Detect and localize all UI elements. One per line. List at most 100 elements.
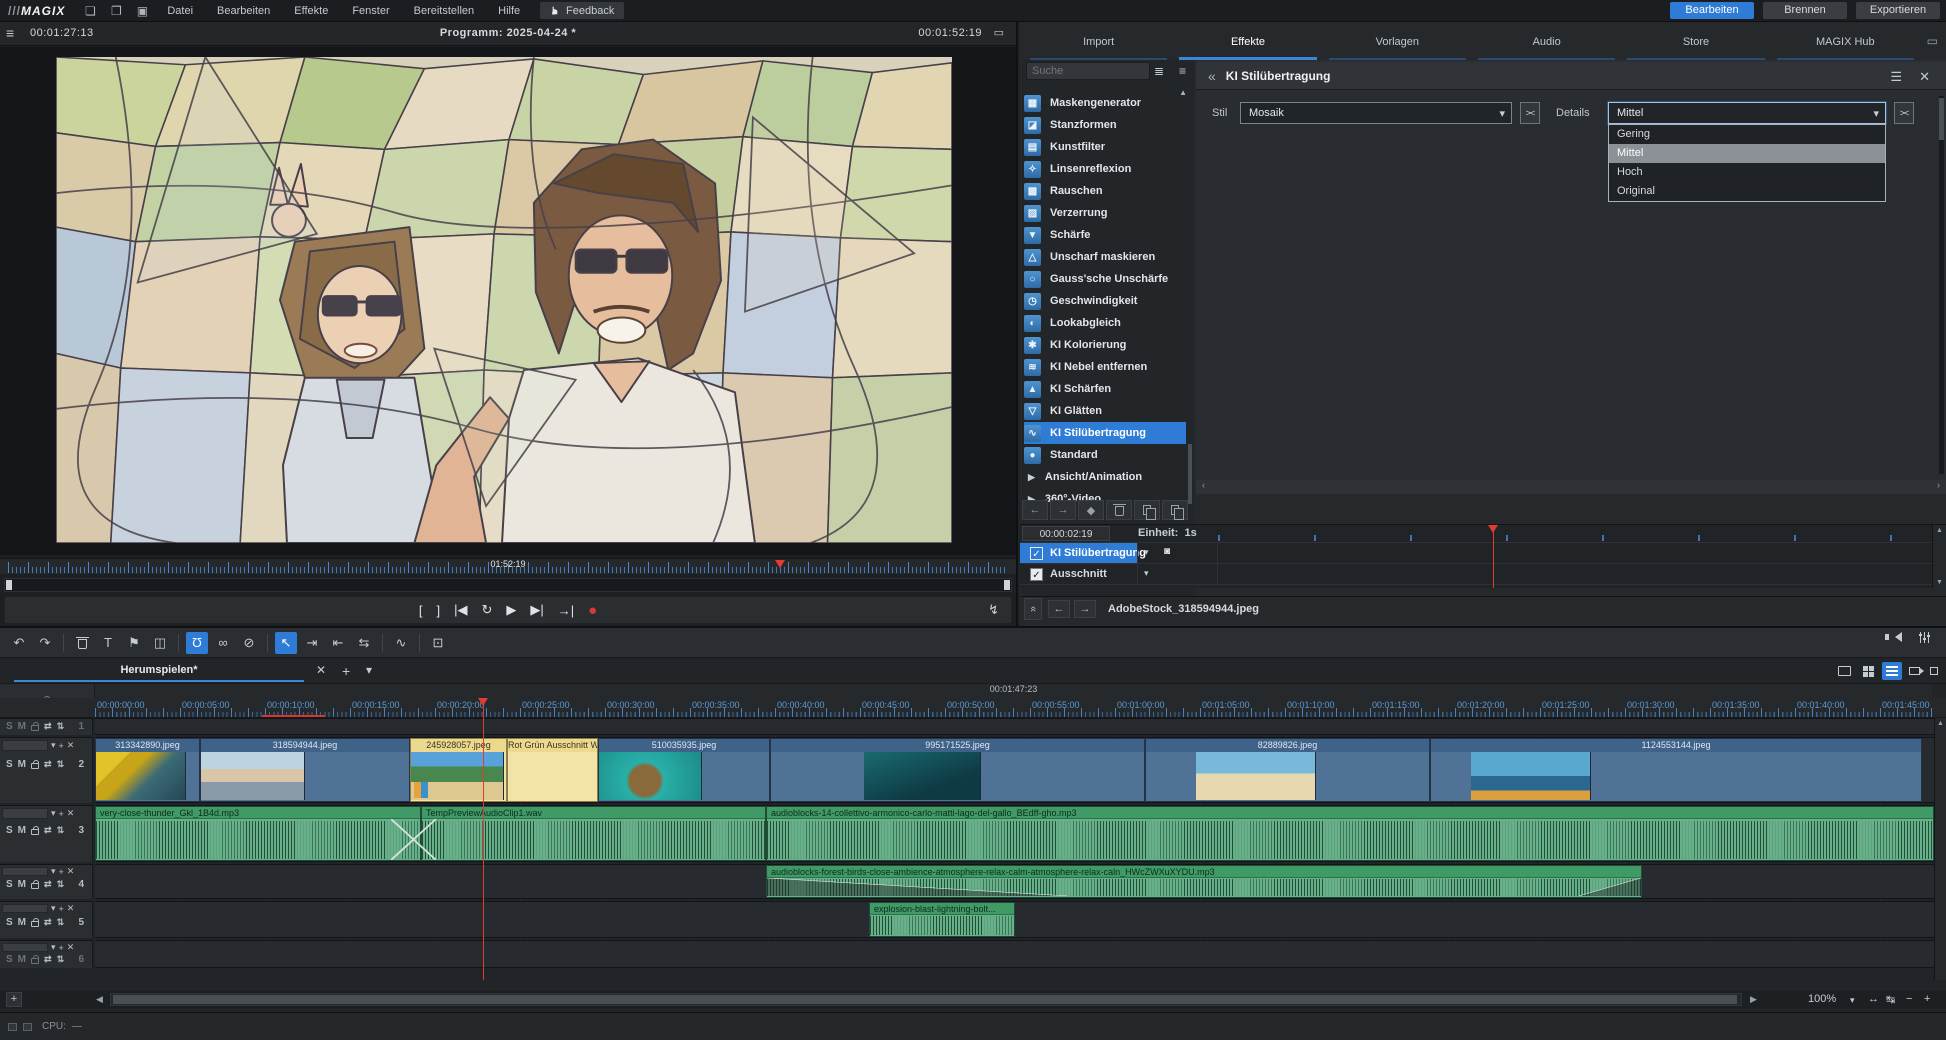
track-name-input[interactable] xyxy=(2,808,48,819)
view-timeline-icon[interactable] xyxy=(1882,662,1902,680)
hscroll-track[interactable] xyxy=(110,993,1742,1006)
tab-audio[interactable]: Audio xyxy=(1472,30,1621,60)
zoom-out-icon[interactable]: − xyxy=(1906,993,1912,1005)
delete-keyframe-icon[interactable] xyxy=(1106,500,1132,520)
tab-effekte[interactable]: Effekte xyxy=(1173,30,1322,60)
effect-enabled-checkbox[interactable]: ✓ xyxy=(1030,568,1043,581)
view-compact-icon[interactable] xyxy=(1924,662,1944,680)
back-icon[interactable]: « xyxy=(1208,68,1216,84)
track-size-icon[interactable]: ⇅ xyxy=(57,721,65,732)
effect-ki-kolorierung[interactable]: ✱KI Kolorierung xyxy=(1024,334,1186,356)
track-lane-3[interactable]: very-close-thunder_Gkl_1B4d.mp3 TempPrev… xyxy=(95,805,1934,862)
track-name-input[interactable] xyxy=(2,740,48,751)
stil-select[interactable]: Mosaik ▾ xyxy=(1240,102,1512,124)
loop-playback-icon[interactable]: ↻ xyxy=(481,602,492,618)
effect-ki-glaetten[interactable]: ▽KI Glätten xyxy=(1024,400,1186,422)
effect-gauss-unschaerfe[interactable]: ○Gauss'sche Unschärfe xyxy=(1024,268,1186,290)
expand-chevron-icon[interactable]: ▾ xyxy=(1144,547,1149,558)
scroll-prev-icon[interactable]: ‹ xyxy=(1202,480,1205,490)
scrollbar-handle-left[interactable] xyxy=(6,580,12,590)
track-lane-5[interactable]: explosion-blast-lightning-bolt... xyxy=(95,901,1934,938)
track-add-icon[interactable]: + xyxy=(59,809,64,819)
add-track-button[interactable]: + xyxy=(6,992,22,1007)
lock-icon[interactable] xyxy=(31,883,39,889)
menu-bearbeiten[interactable]: Bearbeiten xyxy=(207,3,280,19)
audio-clip[interactable]: audioblocks-forest-birds-close-ambience-… xyxy=(766,865,1642,898)
scroll-down-icon[interactable]: ▼ xyxy=(1933,579,1946,586)
search-input[interactable] xyxy=(1026,62,1150,80)
zoom-level-value[interactable]: 100% xyxy=(1808,993,1836,1005)
video-clip[interactable]: 1124553144.jpeg xyxy=(1430,738,1922,802)
collapse-panel-icon[interactable]: « xyxy=(1024,598,1042,620)
range-play-icon[interactable]: ▶| xyxy=(530,602,543,618)
undo-icon[interactable]: ↶ xyxy=(8,632,30,654)
track-close-icon[interactable]: ✕ xyxy=(67,942,75,953)
fullscreen-monitor-icon[interactable]: ▭ xyxy=(994,26,1004,39)
track-menu-chevron-icon[interactable]: ▾ xyxy=(51,942,56,953)
effect-ki-nebel-entfernen[interactable]: ≋KI Nebel entfernen xyxy=(1024,356,1186,378)
keyframe-row-stiluebertragung[interactable]: ✓ KI Stilübertragung ▾ ◙ xyxy=(1020,543,1932,564)
delete-object-icon[interactable] xyxy=(71,632,93,654)
preview-scrub-ruler[interactable]: 01:52:19 xyxy=(0,558,1016,574)
timeline-playhead[interactable] xyxy=(483,706,484,980)
effect-verzerrung[interactable]: ▨Verzerrung xyxy=(1024,202,1186,224)
keyframe-row-ausschnitt[interactable]: ✓ Ausschnitt ▾ xyxy=(1020,564,1932,585)
mute-button[interactable]: M xyxy=(18,721,26,732)
track-lane-1[interactable] xyxy=(95,718,1934,735)
scroll-up-icon[interactable]: ▲ xyxy=(1935,720,1946,727)
audio-clip[interactable]: very-close-thunder_Gkl_1B4d.mp3 xyxy=(95,806,421,861)
mode-exportieren-button[interactable]: Exportieren xyxy=(1856,2,1940,19)
effect-geschwindigkeit[interactable]: ◷Geschwindigkeit xyxy=(1024,290,1186,312)
track-size-icon[interactable]: ⇅ xyxy=(57,954,65,965)
track-lane-2[interactable]: 313342890.jpeg 318594944.jpeg 245928057.… xyxy=(95,737,1934,803)
track-lane-6[interactable] xyxy=(95,940,1934,968)
effect-standard[interactable]: ●Standard xyxy=(1024,444,1186,466)
snap-magnet-icon[interactable]: Ω xyxy=(186,632,208,654)
crossfade[interactable] xyxy=(391,819,436,860)
marker-icon[interactable]: ⚑ xyxy=(123,632,145,654)
title-clip-selected[interactable]: Rot Grün Ausschnitt We... xyxy=(507,738,598,802)
effect-linsenreflexion[interactable]: ✧Linsenreflexion xyxy=(1024,158,1186,180)
jump-to-start-icon[interactable]: |◀ xyxy=(454,602,467,618)
next-object-icon[interactable]: → xyxy=(1074,600,1096,618)
menu-bereitstellen[interactable]: Bereitstellen xyxy=(404,3,485,19)
tab-vorlagen[interactable]: Vorlagen xyxy=(1323,30,1472,60)
video-clip[interactable]: 510035935.jpeg xyxy=(598,738,770,802)
track-name-input[interactable] xyxy=(2,867,48,876)
track-close-icon[interactable]: ✕ xyxy=(67,903,75,914)
audio-clip[interactable]: audioblocks-14-collettivo-armonico-carlo… xyxy=(766,806,1934,861)
hscroll-thumb[interactable] xyxy=(113,995,1737,1004)
effect-rauschen[interactable]: ▩Rauschen xyxy=(1024,180,1186,202)
video-clip[interactable]: 318594944.jpeg xyxy=(200,738,410,802)
zoom-fit-width-icon[interactable]: ↔ xyxy=(1868,993,1879,1005)
open-project-icon[interactable]: ❐ xyxy=(105,4,127,18)
track-menu-chevron-icon[interactable]: ▾ xyxy=(51,740,56,751)
add-keyframe-icon[interactable]: ◆ xyxy=(1078,500,1104,520)
effects-scrollbar-thumb[interactable] xyxy=(1188,444,1192,504)
preview-playhead-marker[interactable] xyxy=(775,560,785,568)
mute-button[interactable]: M xyxy=(18,879,26,890)
keyframe-scroll-column[interactable]: ▲▼ xyxy=(1932,525,1946,588)
track-size-icon[interactable]: ⇅ xyxy=(57,759,65,770)
paste-keyframe-icon[interactable] xyxy=(1162,500,1188,520)
keyframe-ruler-ticks[interactable] xyxy=(1218,535,1932,541)
unlink-objects-icon[interactable]: ⊘ xyxy=(238,632,260,654)
lock-icon[interactable] xyxy=(31,725,39,731)
detach-monitor-icon[interactable]: ▭ xyxy=(1927,34,1938,48)
project-tab-list-icon[interactable]: ▾ xyxy=(366,663,372,677)
video-clip[interactable]: 82889826.jpeg xyxy=(1145,738,1430,802)
track-name-input[interactable] xyxy=(2,943,48,952)
transition-icon[interactable]: ⇄ xyxy=(44,759,52,770)
effect-ki-stiluebertragung[interactable]: ∿KI Stilübertragung xyxy=(1024,422,1186,444)
prev-keyframe-icon[interactable]: ← xyxy=(1022,500,1048,520)
details-select[interactable]: Mittel ▾ xyxy=(1608,102,1886,124)
panel-close-icon[interactable]: ✕ xyxy=(1919,69,1930,85)
group-ansicht-animation[interactable]: ▶Ansicht/Animation xyxy=(1024,466,1186,488)
expand-chevron-icon[interactable]: ▾ xyxy=(1144,568,1149,579)
option-mittel[interactable]: Mittel xyxy=(1609,144,1885,163)
effect-enabled-checkbox[interactable]: ✓ xyxy=(1030,547,1043,560)
timeline-ruler[interactable]: 00:00:00:00 00:00:05:00 00:00:10:00 00:0… xyxy=(0,698,1946,718)
mode-brennen-button[interactable]: Brennen xyxy=(1763,2,1847,19)
mouse-mode-pointer-icon[interactable]: ↖ xyxy=(275,632,297,654)
range-end-bracket-icon[interactable]: ] xyxy=(436,603,440,618)
